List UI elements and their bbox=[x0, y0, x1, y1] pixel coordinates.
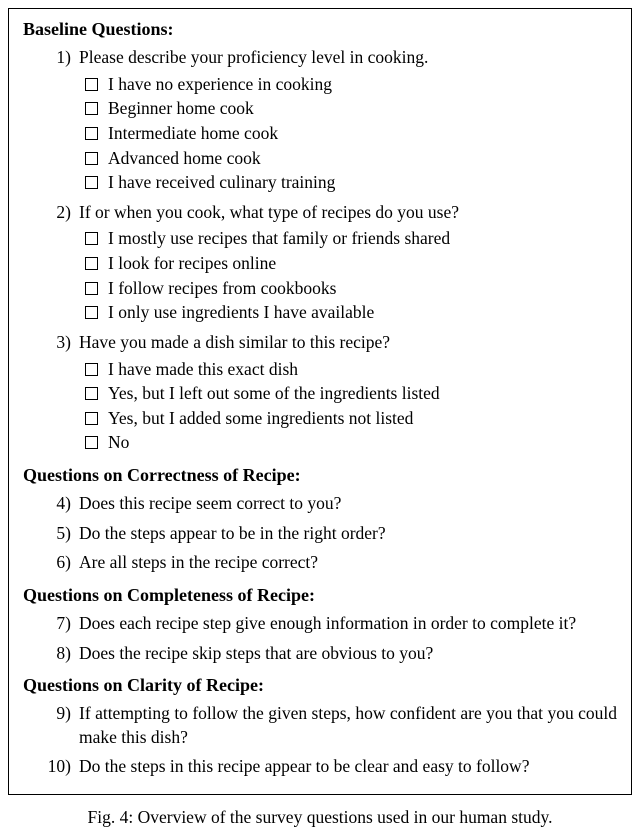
question-number: 2) bbox=[45, 201, 71, 225]
question-number: 5) bbox=[45, 522, 71, 546]
option-row: I have made this exact dish bbox=[85, 358, 617, 382]
question-text: Do the steps in this recipe appear to be… bbox=[79, 755, 617, 779]
question-number: 6) bbox=[45, 551, 71, 575]
option-label: Advanced home cook bbox=[108, 147, 617, 171]
checkbox-icon[interactable] bbox=[85, 127, 98, 140]
question-row: 5) Do the steps appear to be in the right… bbox=[45, 522, 617, 546]
option-label: I mostly use recipes that family or frie… bbox=[108, 227, 617, 251]
question-row: 3) Have you made a dish similar to this r… bbox=[45, 331, 617, 355]
question-row: 9)If attempting to follow the given step… bbox=[45, 702, 617, 749]
question-row: 7) Does each recipe step give enough info… bbox=[45, 612, 617, 636]
checkbox-icon[interactable] bbox=[85, 387, 98, 400]
checkbox-icon[interactable] bbox=[85, 152, 98, 165]
question-text: If or when you cook, what type of recipe… bbox=[79, 201, 617, 225]
checkbox-icon[interactable] bbox=[85, 232, 98, 245]
question-number: 4) bbox=[45, 492, 71, 516]
option-label: I look for recipes online bbox=[108, 252, 617, 276]
question-text: Please describe your proficiency level i… bbox=[79, 46, 617, 70]
checkbox-icon[interactable] bbox=[85, 176, 98, 189]
question-text: Are all steps in the recipe correct? bbox=[79, 551, 617, 575]
section-title: Baseline Questions: bbox=[23, 19, 617, 40]
checkbox-icon[interactable] bbox=[85, 78, 98, 91]
option-label: I follow recipes from cookbooks bbox=[108, 277, 617, 301]
question-text: Does the recipe skip steps that are obvi… bbox=[79, 642, 617, 666]
figure-caption: Fig. 4: Overview of the survey questions… bbox=[0, 807, 640, 828]
option-label: I have received culinary training bbox=[108, 171, 617, 195]
section-title: Questions on Clarity of Recipe: bbox=[23, 675, 617, 696]
question-number: 7) bbox=[45, 612, 71, 636]
question-number: 10) bbox=[45, 755, 71, 779]
checkbox-icon[interactable] bbox=[85, 282, 98, 295]
option-label: Intermediate home cook bbox=[108, 122, 617, 146]
question-text: Do the steps appear to be in the right o… bbox=[79, 522, 617, 546]
option-row: Advanced home cook bbox=[85, 147, 617, 171]
option-row: I have no experience in cooking bbox=[85, 73, 617, 97]
section-title: Questions on Correctness of Recipe: bbox=[23, 465, 617, 486]
question-number: 3) bbox=[45, 331, 71, 355]
question-row: 6) Are all steps in the recipe correct? bbox=[45, 551, 617, 575]
option-label: No bbox=[108, 431, 617, 455]
option-label: I have no experience in cooking bbox=[108, 73, 617, 97]
figure-box: Baseline Questions: 1) Please describe you… bbox=[8, 8, 632, 795]
option-row: Yes, but I left out some of the ingredie… bbox=[85, 382, 617, 406]
option-row: I follow recipes from cookbooks bbox=[85, 277, 617, 301]
option-row: I only use ingredients I have available bbox=[85, 301, 617, 325]
option-row: Beginner home cook bbox=[85, 97, 617, 121]
checkbox-icon[interactable] bbox=[85, 306, 98, 319]
question-number: 9) bbox=[45, 702, 71, 749]
question-row: 1) Please describe your proficiency level… bbox=[45, 46, 617, 70]
option-row: I mostly use recipes that family or frie… bbox=[85, 227, 617, 251]
option-label: Yes, but I added some ingredients not li… bbox=[108, 407, 617, 431]
option-row: I look for recipes online bbox=[85, 252, 617, 276]
option-label: I have made this exact dish bbox=[108, 358, 617, 382]
question-number: 8) bbox=[45, 642, 71, 666]
option-label: I only use ingredients I have available bbox=[108, 301, 617, 325]
question-number: 1) bbox=[45, 46, 71, 70]
checkbox-icon[interactable] bbox=[85, 412, 98, 425]
question-text: Does this recipe seem correct to you? bbox=[79, 492, 617, 516]
section-title: Questions on Completeness of Recipe: bbox=[23, 585, 617, 606]
question-row: 10) Do the steps in this recipe appear to… bbox=[45, 755, 617, 779]
question-text: Have you made a dish similar to this rec… bbox=[79, 331, 617, 355]
option-row: Yes, but I added some ingredients not li… bbox=[85, 407, 617, 431]
question-text: Does each recipe step give enough inform… bbox=[79, 612, 617, 636]
option-row: No bbox=[85, 431, 617, 455]
checkbox-icon[interactable] bbox=[85, 363, 98, 376]
option-label: Beginner home cook bbox=[108, 97, 617, 121]
option-label: Yes, but I left out some of the ingredie… bbox=[108, 382, 617, 406]
checkbox-icon[interactable] bbox=[85, 257, 98, 270]
checkbox-icon[interactable] bbox=[85, 436, 98, 449]
question-text: If attempting to follow the given steps,… bbox=[79, 702, 617, 749]
checkbox-icon[interactable] bbox=[85, 102, 98, 115]
question-row: 4) Does this recipe seem correct to you? bbox=[45, 492, 617, 516]
option-row: Intermediate home cook bbox=[85, 122, 617, 146]
question-row: 8) Does the recipe skip steps that are ob… bbox=[45, 642, 617, 666]
question-row: 2) If or when you cook, what type of reci… bbox=[45, 201, 617, 225]
option-row: I have received culinary training bbox=[85, 171, 617, 195]
